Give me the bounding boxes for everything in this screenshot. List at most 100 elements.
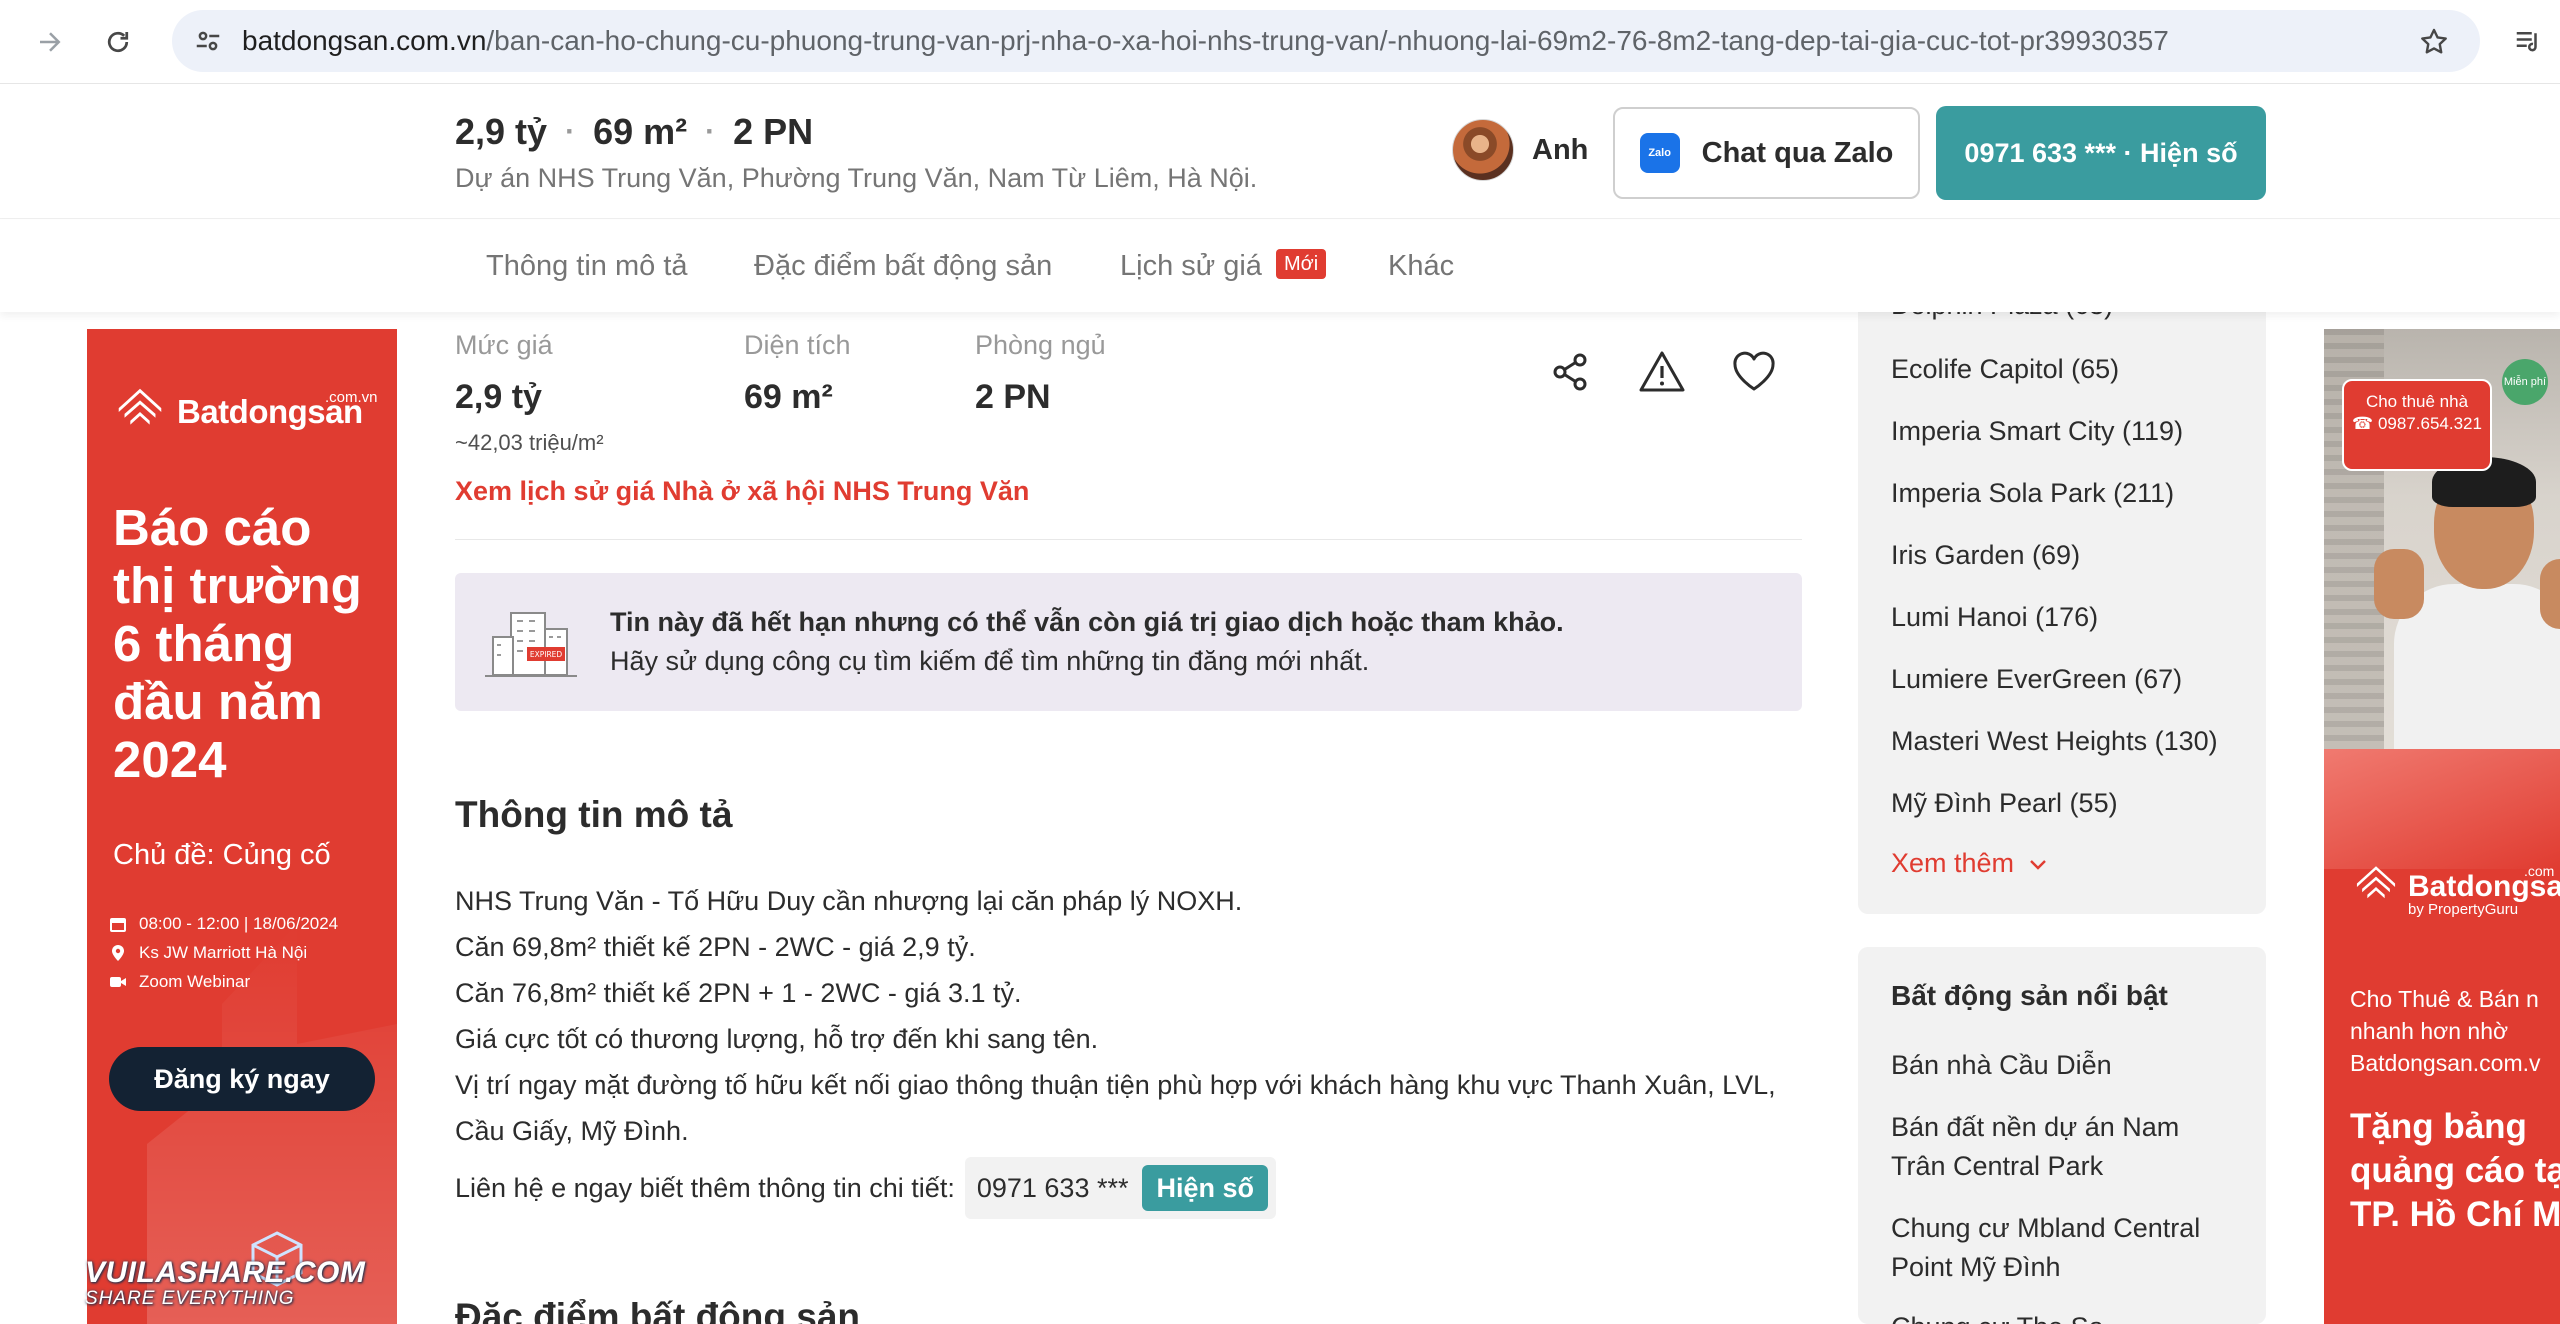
chat-zalo-button[interactable]: Zalo Chat qua Zalo (1613, 107, 1920, 199)
ad-copy: Cho Thuê & Bán n nhanh hơn nhờ Batdongsa… (2350, 983, 2541, 1079)
ad-headline-line: TP. Hồ Chí Mi (2350, 1195, 2560, 1234)
watermark: VUILASHARE.COM SHARE EVERYTHING (85, 1256, 365, 1310)
project-link[interactable]: Imperia Smart City (119) (1891, 416, 2183, 447)
thumbs-up-icon (2540, 559, 2560, 629)
video-icon (110, 976, 126, 987)
project-link[interactable]: Masteri West Heights (130) (1891, 726, 2218, 757)
new-badge: Mới (1275, 249, 1327, 280)
url-path: /ban-can-ho-chung-cu-phuong-trung-van-pr… (486, 25, 2169, 56)
batdongsan-logo-icon (118, 388, 162, 425)
bedroom-value: 2 PN (975, 378, 1051, 416)
batdongsan-logo-icon (2356, 866, 2396, 899)
separator-dot: · (565, 115, 576, 148)
media-control-icon[interactable] (2506, 20, 2550, 64)
price-history-link[interactable]: Xem lịch sử giá Nhà ở xã hội NHS Trung V… (455, 476, 1029, 507)
watermark-main: VUILASHARE.COM (85, 1256, 366, 1289)
ad-topic: Chủ đề: Củng cố (113, 839, 331, 871)
agent-info[interactable]: Anh (1452, 119, 1588, 181)
project-link[interactable]: Imperia Sola Park (211) (1891, 478, 2174, 509)
tab-description[interactable]: Thông tin mô tả (486, 220, 688, 312)
description-body: NHS Trung Văn - Tố Hữu Duy cần nhượng lạ… (455, 878, 1802, 1154)
agent-name[interactable]: Anh (1532, 134, 1588, 167)
ad-wave-graphic (2324, 749, 2560, 869)
bedroom-label: Phòng ngủ (975, 330, 1106, 360)
right-ad-banner[interactable]: Cho thuê nhà ☎ 0987.654.321 Miễn phí Bat… (2324, 329, 2560, 1324)
price-per-m2: ~42,03 triệu/m² (455, 430, 604, 455)
ad-time-row: 08:00 - 12:00 | 18/06/2024 (109, 909, 338, 938)
see-more-label: Xem thêm (1891, 848, 2015, 878)
url-domain: batdongsan.com.vn (242, 25, 487, 56)
description-line: Giá cực tốt có thương lượng, hỗ trợ đến … (455, 1024, 1099, 1054)
reveal-phone-button[interactable]: Hiện số (1142, 1165, 1269, 1211)
listing-sticky-header: 2,9 tỷ · 69 m² · 2 PN Dự án NHS Trung Vă… (0, 85, 2560, 219)
zalo-icon: Zalo (1639, 133, 1680, 173)
project-link[interactable]: Mỹ Đình Pearl (55) (1891, 788, 2118, 819)
description-contact: Liên hệ e ngay biết thêm thông tin chi t… (455, 1157, 1277, 1219)
share-icon[interactable] (1546, 348, 1594, 396)
ad-headline-line: Tặng bảng (2350, 1107, 2527, 1146)
area-label: Diện tích (744, 330, 851, 360)
tab-label: Đặc điểm bất động sản (754, 250, 1053, 282)
summary-price: 2,9 tỷ (455, 111, 548, 152)
ad-event-info: 08:00 - 12:00 | 18/06/2024 Ks JW Marriot… (109, 909, 338, 996)
featured-title: Bất động sản nổi bật (1891, 980, 2168, 1011)
agent-avatar[interactable] (1452, 119, 1514, 181)
site-info-icon[interactable] (186, 19, 230, 63)
ad-brand-domain: .com (2524, 863, 2555, 879)
separator-dot: · (705, 115, 716, 148)
project-link[interactable]: Iris Garden (69) (1891, 540, 2080, 571)
expired-notice-text: Hãy sử dụng công cụ tìm kiếm để tìm nhữn… (610, 646, 1370, 676)
description-title: Thông tin mô tả (455, 794, 733, 835)
featured-link[interactable]: Chung cư Mbland Central Point Mỹ Đình (1891, 1209, 2221, 1287)
ad-time: 08:00 - 12:00 | 18/06/2024 (139, 914, 339, 933)
ad-rent-sign: Cho thuê nhà ☎ 0987.654.321 (2342, 379, 2492, 471)
price-label: Mức giá (455, 330, 553, 360)
forward-arrow-icon[interactable] (28, 20, 72, 64)
reload-icon[interactable] (96, 20, 140, 64)
ad-brand-domain: .com.vn (325, 389, 378, 406)
project-link[interactable]: Lumi Hanoi (176) (1891, 602, 2098, 633)
ad-brand-sub: by PropertyGuru (2408, 901, 2519, 918)
heart-icon[interactable] (1730, 348, 1778, 396)
sign-line: Cho thuê nhà (2365, 392, 2469, 411)
section-tabs: Thông tin mô tả Đặc điểm bất động sản Lị… (0, 220, 2560, 312)
ad-headline: Báo cáo thị trường 6 tháng đầu năm 2024 (113, 499, 362, 788)
contact-phone: 0971 633 *** (976, 1172, 1129, 1203)
watermark-sub: SHARE EVERYTHING (85, 1288, 295, 1309)
expired-notice: EXPIRED Tin này đã hết hạn nhưng có thể … (455, 573, 1802, 711)
ad-venue: Ks JW Marriott Hà Nội (139, 943, 308, 962)
tab-other[interactable]: Khác (1388, 220, 1454, 312)
ad-headline: Tặng bảng quảng cáo tạ TP. Hồ Chí Mi (2350, 1105, 2560, 1237)
tab-property-features[interactable]: Đặc điểm bất động sản (754, 220, 1052, 312)
tab-price-history[interactable]: Lịch sử giá Mới (1120, 220, 1327, 312)
description-line: Căn 69,8m² thiết kế 2PN - 2WC - giá 2,9 … (455, 932, 976, 962)
summary-bedrooms: 2 PN (733, 111, 814, 152)
expired-building-icon: EXPIRED (485, 612, 577, 677)
browser-toolbar: batdongsan.com.vn/ban-can-ho-chung-cu-ph… (0, 0, 2560, 84)
tab-label: Lịch sử giá (1120, 250, 1262, 282)
description-line: Căn 76,8m² thiết kế 2PN + 1 - 2WC - giá … (455, 978, 1022, 1008)
featured-link[interactable]: Bán đất nền dự án Nam Trân Central Park (1891, 1108, 2221, 1186)
address-bar[interactable]: batdongsan.com.vn/ban-can-ho-chung-cu-ph… (172, 10, 2480, 72)
left-ad-banner[interactable]: Batdongsan .com.vn Báo cáo thị trường 6 … (87, 329, 397, 1324)
url-text[interactable]: batdongsan.com.vn/ban-can-ho-chung-cu-ph… (242, 10, 2169, 72)
tab-label: Thông tin mô tả (486, 250, 688, 282)
bookmark-star-icon[interactable] (2412, 20, 2456, 64)
featured-link[interactable]: Chung cư The Sa... (1891, 1308, 2221, 1324)
expired-stamp-text: EXPIRED (530, 650, 563, 659)
featured-link[interactable]: Bán nhà Cầu Diễn (1891, 1046, 2221, 1085)
expired-notice-title: Tin này đã hết hạn nhưng có thể vẫn còn … (610, 607, 1564, 637)
chat-zalo-label: Chat qua Zalo (1701, 136, 1894, 169)
warning-icon[interactable] (1638, 348, 1686, 396)
project-link[interactable]: Lumiere EverGreen (67) (1891, 664, 2182, 695)
project-link[interactable]: Ecolife Capitol (65) (1891, 354, 2119, 385)
features-section-title: Đặc điểm bất động sản (455, 1296, 861, 1324)
contact-prefix: Liên hệ e ngay biết thêm thông tin chi t… (455, 1172, 955, 1203)
show-phone-button[interactable]: 0971 633 *** · Hiện số (1936, 106, 2266, 200)
see-more-link[interactable]: Xem thêm (1891, 848, 2050, 879)
listing-summary: 2,9 tỷ · 69 m² · 2 PN (455, 111, 813, 153)
contact-phone-chip: 0971 633 *** Hiện số (964, 1157, 1277, 1219)
ad-online-row: Zoom Webinar (109, 967, 338, 996)
ad-venue-row: Ks JW Marriott Hà Nội (109, 938, 338, 967)
ad-register-button[interactable]: Đăng ký ngay (109, 1047, 375, 1111)
